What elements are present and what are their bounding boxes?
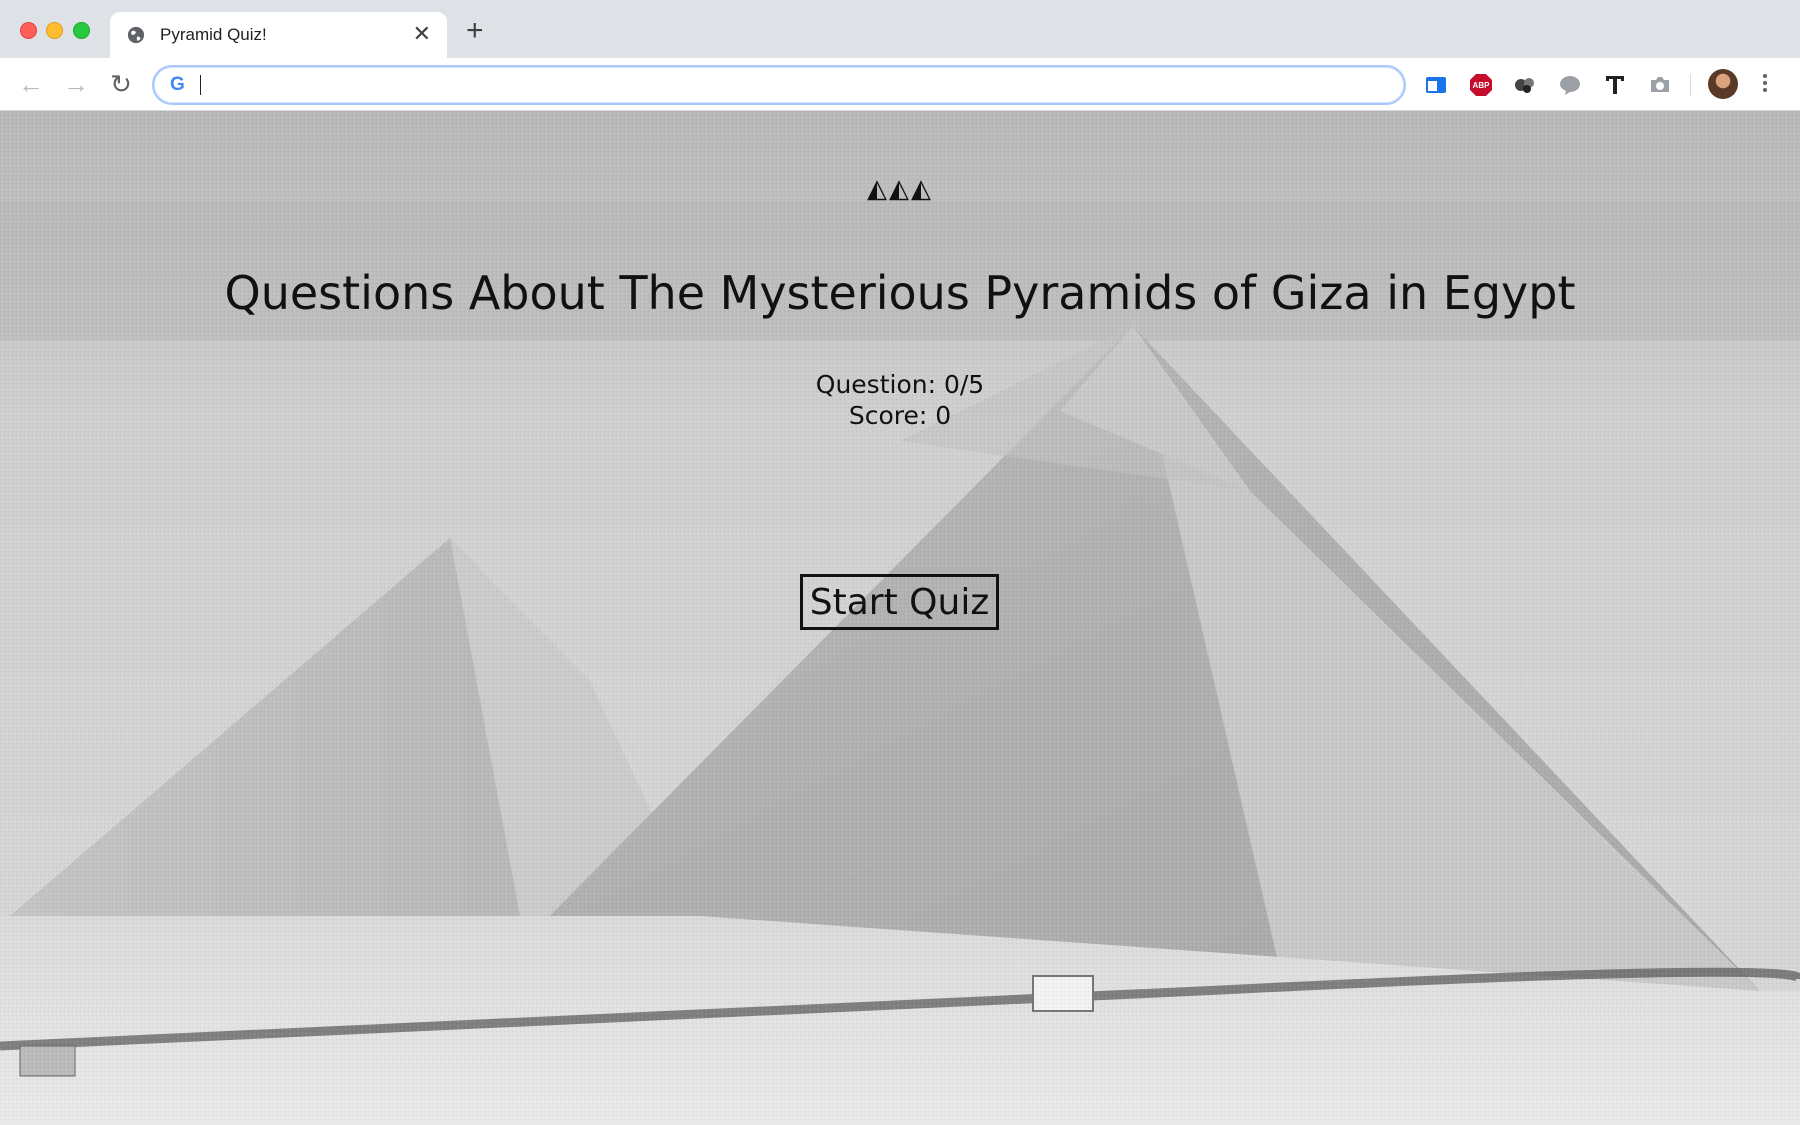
- browser-toolbar: ← → ↻ G ABP: [0, 58, 1800, 111]
- extension-dots-icon[interactable]: [1513, 73, 1537, 97]
- tab-title: Pyramid Quiz!: [160, 25, 267, 44]
- question-counter: Question: 0/5: [815, 370, 985, 399]
- forward-arrow-icon[interactable]: →: [63, 71, 89, 97]
- page-title: Questions About The Mysterious Pyramids …: [224, 266, 1576, 320]
- start-quiz-button[interactable]: Start Quiz: [800, 574, 999, 630]
- score-counter: Score: 0: [848, 401, 952, 430]
- address-bar[interactable]: G: [152, 65, 1406, 105]
- adblock-plus-label: ABP: [1473, 81, 1491, 90]
- profile-avatar[interactable]: [1708, 69, 1738, 99]
- pyramid-icons: ◭◭◭: [867, 173, 933, 203]
- reload-icon[interactable]: ↻: [108, 71, 134, 97]
- tab-close-icon[interactable]: ✕: [413, 22, 431, 46]
- maximize-window-button[interactable]: [73, 22, 90, 39]
- active-tab[interactable]: Pyramid Quiz! ✕: [110, 12, 447, 58]
- tab-strip: Pyramid Quiz! ✕ +: [0, 0, 1800, 58]
- new-tab-button[interactable]: +: [466, 16, 484, 46]
- kebab-menu-icon[interactable]: [1761, 71, 1769, 97]
- quiz-status: Question: 0/5 Score: 0: [0, 369, 1800, 431]
- window-icon[interactable]: [1424, 73, 1448, 97]
- back-arrow-icon[interactable]: ←: [18, 71, 44, 97]
- text-tool-icon[interactable]: [1603, 73, 1627, 97]
- globe-icon: [127, 26, 145, 44]
- page-content: ◭◭◭ Questions About The Mysterious Pyram…: [0, 111, 1800, 1125]
- address-input[interactable]: [198, 71, 1382, 101]
- toolbar-separator: [1690, 74, 1691, 96]
- camera-icon[interactable]: [1648, 73, 1672, 97]
- google-logo-icon: G: [170, 74, 185, 95]
- adblock-plus-icon[interactable]: ABP: [1469, 73, 1493, 97]
- text-caret: [200, 75, 201, 95]
- close-window-button[interactable]: [20, 22, 37, 39]
- speech-bubble-icon[interactable]: [1558, 73, 1582, 97]
- minimize-window-button[interactable]: [46, 22, 63, 39]
